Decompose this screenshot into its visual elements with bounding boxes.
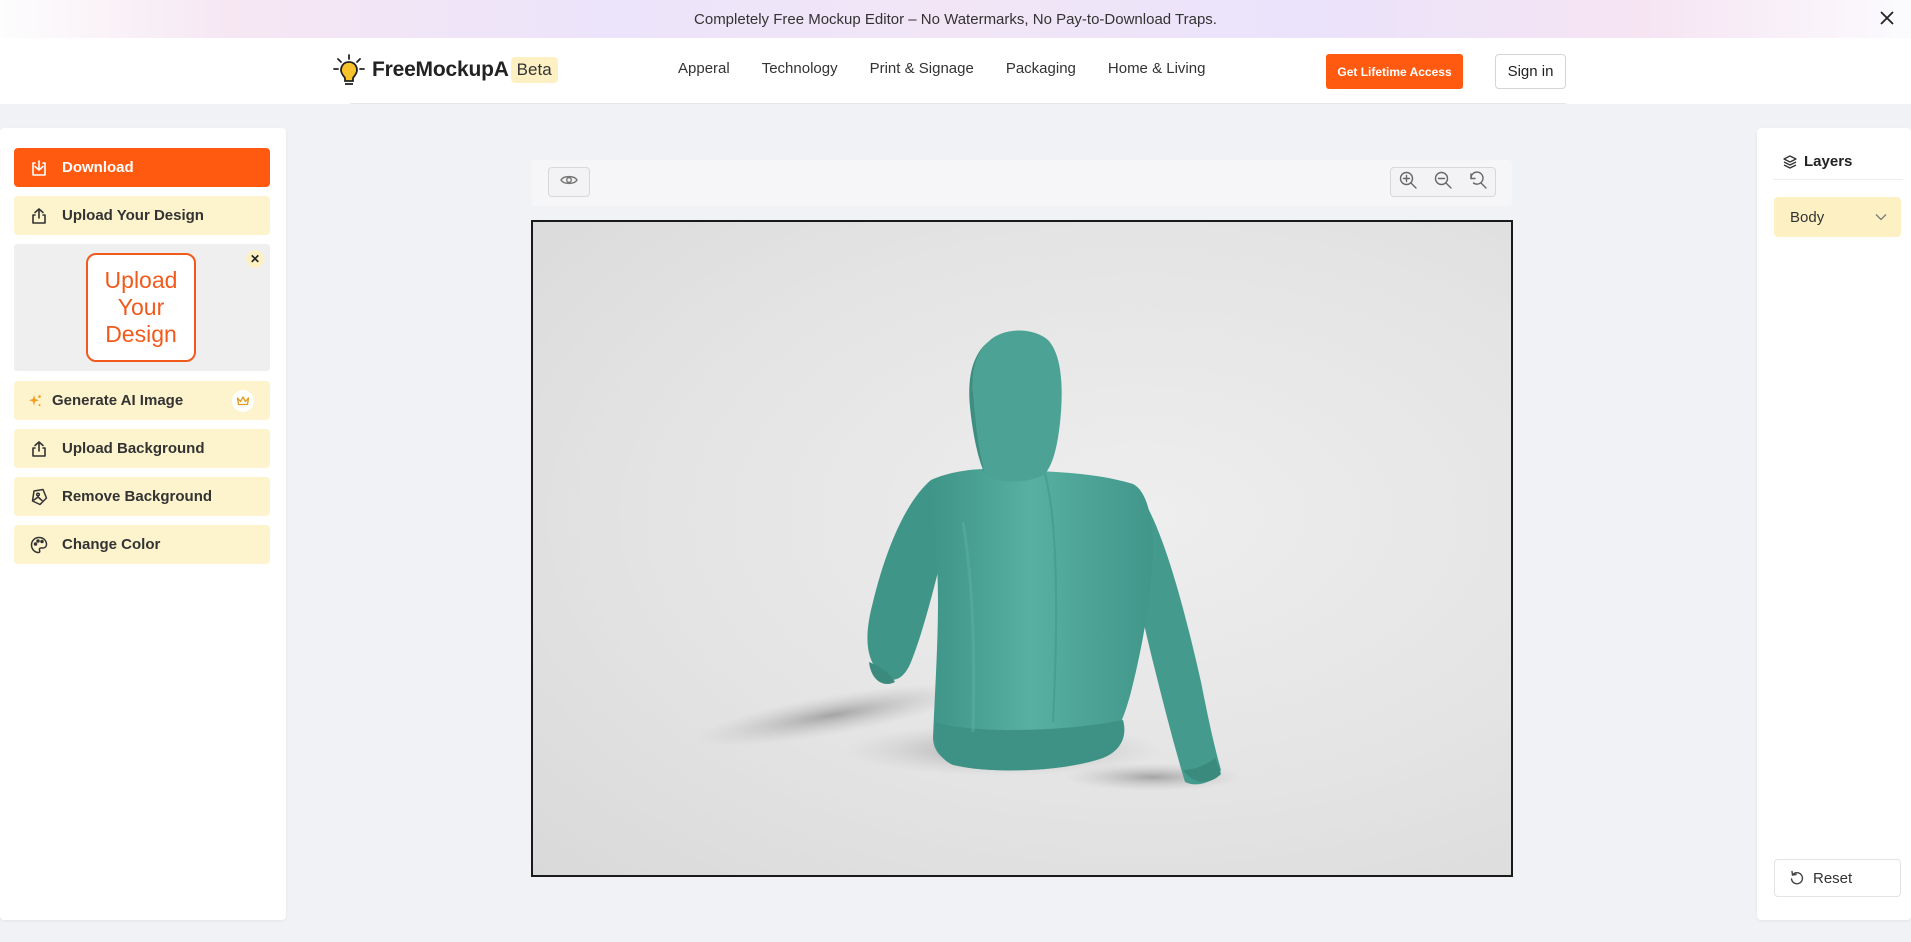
logo[interactable]: FreeMockupA Beta (332, 53, 558, 87)
layers-icon (1782, 154, 1798, 170)
nav-item-print-signage[interactable]: Print & Signage (870, 60, 974, 77)
change-color-button[interactable]: Change Color (14, 525, 270, 564)
sign-in-button[interactable]: Sign in (1495, 54, 1566, 89)
image-remove-icon (28, 486, 50, 508)
download-button[interactable]: Download (14, 148, 270, 187)
eye-icon (560, 173, 578, 192)
remove-background-label: Remove Background (62, 488, 213, 505)
download-icon (28, 157, 50, 179)
reset-label: Reset (1813, 869, 1853, 887)
left-sidebar: Download Upload Your Design Upload Your … (0, 128, 286, 920)
zoom-in-icon (1398, 170, 1418, 195)
reset-zoom-icon (1468, 170, 1488, 195)
remove-background-button[interactable]: Remove Background (14, 477, 270, 516)
get-lifetime-access-button[interactable]: Get Lifetime Access (1326, 54, 1463, 89)
zoom-out-icon (1433, 170, 1453, 195)
sparkle-icon (28, 390, 42, 412)
upload-background-label: Upload Background (62, 440, 205, 457)
chevron-down-icon (1875, 213, 1887, 221)
layer-select-value: Body (1790, 208, 1825, 226)
upload-icon (28, 205, 50, 227)
main-nav: Apperal Technology Print & Signage Packa… (678, 60, 1205, 77)
upload-icon (28, 438, 50, 460)
upload-design-card-text: Upload Your Design (104, 267, 178, 347)
nav-item-technology[interactable]: Technology (762, 60, 838, 77)
header-divider (350, 103, 1566, 104)
close-icon[interactable] (1875, 6, 1899, 30)
layers-header: Layers (1782, 153, 1852, 170)
generate-ai-image-label: Generate AI Image (52, 392, 184, 409)
layer-select[interactable]: Body (1774, 197, 1901, 237)
generate-ai-image-button[interactable]: Generate AI Image (14, 381, 270, 420)
upload-background-button[interactable]: Upload Background (14, 429, 270, 468)
zoom-out-button[interactable] (1425, 167, 1461, 197)
reset-icon (1789, 870, 1805, 886)
change-color-label: Change Color (62, 536, 161, 553)
zoom-in-button[interactable] (1390, 167, 1426, 197)
right-sidebar: Layers Body Reset (1757, 128, 1911, 920)
beta-badge: Beta (510, 57, 558, 83)
nav-item-home-living[interactable]: Home & Living (1108, 60, 1206, 77)
crown-icon (232, 390, 254, 412)
lightbulb-logo-icon (332, 53, 366, 87)
download-label: Download (62, 159, 134, 176)
nav-item-packaging[interactable]: Packaging (1006, 60, 1076, 77)
design-preview: Upload Your Design ✕ (14, 244, 270, 371)
layers-divider (1773, 179, 1903, 180)
reset-button[interactable]: Reset (1774, 859, 1901, 897)
nav-item-apperal[interactable]: Apperal (678, 60, 730, 77)
mockup-canvas[interactable] (531, 220, 1513, 877)
canvas-toolbar (531, 160, 1512, 206)
reset-zoom-button[interactable] (1460, 167, 1496, 197)
announcement-text: Completely Free Mockup Editor – No Water… (694, 10, 1217, 28)
announcement-bar: Completely Free Mockup Editor – No Water… (0, 0, 1911, 38)
upload-design-card[interactable]: Upload Your Design (86, 253, 196, 362)
upload-design-label: Upload Your Design (62, 207, 204, 224)
toggle-visibility-button[interactable] (548, 167, 590, 197)
upload-design-button[interactable]: Upload Your Design (14, 196, 270, 235)
remove-design-close-icon[interactable]: ✕ (246, 250, 264, 268)
logo-text: FreeMockupA (372, 58, 509, 81)
hoodie-mockup-image (695, 330, 1243, 791)
layers-title: Layers (1804, 153, 1853, 170)
palette-icon (28, 534, 50, 556)
